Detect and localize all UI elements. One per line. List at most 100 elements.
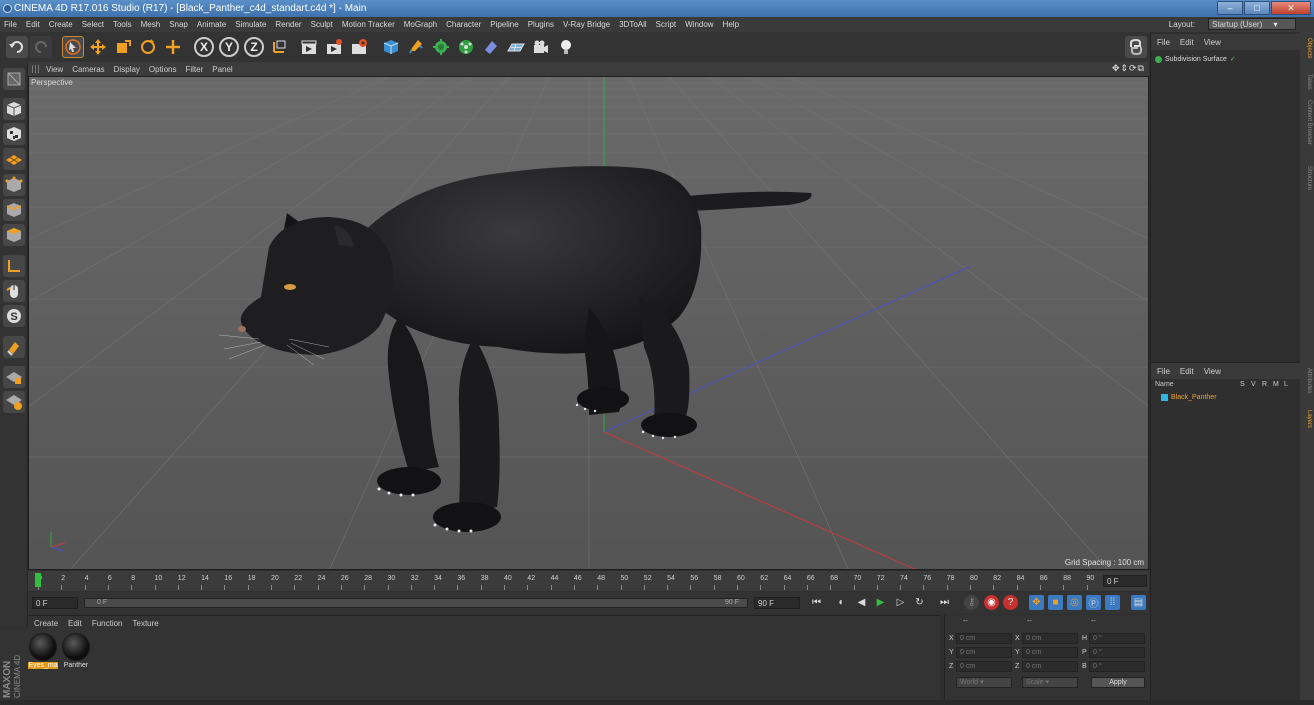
axis-mode-button[interactable] (3, 255, 25, 277)
workplane-lock-button[interactable] (3, 366, 25, 388)
menu-simulate[interactable]: Simulate (235, 20, 266, 29)
timeline-layout-button[interactable]: ▤ (1131, 595, 1146, 610)
object-row-subdivision[interactable]: Subdivision Surface ✓ (1155, 53, 1297, 65)
material-menu-texture[interactable]: Texture (133, 619, 159, 628)
key-rotation-button[interactable]: ◎ (1067, 595, 1082, 610)
undo-button[interactable] (6, 36, 28, 58)
live-select-button[interactable] (162, 36, 184, 58)
loop-button[interactable]: ↻ (912, 595, 927, 610)
locked-workplane-button[interactable] (3, 336, 25, 358)
y-axis-lock-button[interactable]: Y (219, 37, 239, 57)
material-menu-function[interactable]: Function (92, 619, 123, 628)
size-z-field[interactable]: 0 cm (1022, 661, 1078, 672)
size-y-field[interactable]: 0 cm (1022, 647, 1078, 658)
pen-spline-button[interactable] (405, 36, 427, 58)
object-enabled-check-icon[interactable]: ✓ (1230, 55, 1236, 63)
menu-script[interactable]: Script (656, 20, 676, 29)
scale-tool-button[interactable] (112, 36, 134, 58)
menu-render[interactable]: Render (275, 20, 301, 29)
menu-character[interactable]: Character (446, 20, 481, 29)
workplane-mode-button[interactable] (3, 148, 25, 170)
current-frame-field[interactable]: 0 F (1103, 575, 1147, 587)
menu-plugins[interactable]: Plugins (528, 20, 554, 29)
timeline-playhead[interactable] (35, 573, 41, 587)
select-tool-button[interactable] (62, 36, 84, 58)
z-axis-lock-button[interactable]: Z (244, 37, 264, 57)
previous-frame-button[interactable]: ◀ (854, 595, 869, 610)
position-y-field[interactable]: 0 cm (956, 647, 1012, 658)
layout-dropdown[interactable]: Startup (User) ▾ (1208, 18, 1296, 30)
deformer-button[interactable] (480, 36, 502, 58)
close-button[interactable]: ✕ (1271, 1, 1311, 15)
timeline-ruler[interactable]: 0246810121416182022242628303234363840424… (28, 571, 1149, 591)
perspective-viewport[interactable]: Perspective Grid Spacing : 100 cm (28, 76, 1149, 570)
menu-pipeline[interactable]: Pipeline (490, 20, 518, 29)
minimize-button[interactable]: – (1217, 1, 1243, 15)
make-editable-button[interactable] (3, 68, 25, 90)
tab-content-browser[interactable]: Content Browser (1302, 100, 1312, 145)
rotation-b-field[interactable]: 0 ° (1089, 661, 1145, 672)
tab-layers[interactable]: Layers (1302, 410, 1312, 428)
viewport-menu-panel[interactable]: Panel (212, 65, 232, 74)
material-menu-create[interactable]: Create (34, 619, 58, 628)
array-button[interactable] (455, 36, 477, 58)
key-pla-button[interactable]: ⁞⁞ (1105, 595, 1120, 610)
key-position-button[interactable]: ✥ (1029, 595, 1044, 610)
object-menu-file[interactable]: File (1157, 38, 1170, 47)
redo-button[interactable] (30, 36, 52, 58)
size-x-field[interactable]: 0 cm (1022, 633, 1078, 644)
render-picture-viewer-button[interactable] (323, 36, 345, 58)
go-to-start-button[interactable]: ⏮ (809, 595, 824, 610)
frame-range-slider[interactable]: 0 F 90 F (84, 598, 748, 608)
end-frame-field[interactable]: 90 F (754, 597, 800, 609)
position-z-field[interactable]: 0 cm (956, 661, 1012, 672)
tab-objects[interactable]: Objects (1302, 38, 1312, 58)
layer-color-swatch[interactable] (1161, 393, 1168, 401)
tab-takes[interactable]: Takes (1302, 74, 1312, 90)
coordinate-mode-dropdown[interactable]: World ▾ (956, 677, 1012, 688)
rotate-tool-button[interactable] (137, 36, 159, 58)
menu-vray-bridge[interactable]: V-Ray Bridge (563, 20, 610, 29)
render-settings-button[interactable] (348, 36, 370, 58)
layer-menu-edit[interactable]: Edit (1180, 367, 1194, 376)
apply-button[interactable]: Apply (1091, 677, 1145, 688)
snap-button[interactable]: S (3, 305, 25, 327)
points-mode-button[interactable] (3, 174, 25, 196)
start-frame-field[interactable]: 0 F (32, 597, 78, 609)
object-menu-edit[interactable]: Edit (1180, 38, 1194, 47)
key-scale-button[interactable]: ■ (1048, 595, 1063, 610)
material-swatch-panther[interactable]: Panther (61, 632, 91, 672)
key-parameter-button[interactable]: Ⓟ (1086, 595, 1101, 610)
go-to-end-button[interactable]: ⏭ (937, 595, 952, 610)
menu-mesh[interactable]: Mesh (141, 20, 161, 29)
menu-file[interactable]: File (4, 20, 17, 29)
edges-mode-button[interactable] (3, 199, 25, 221)
cube-button[interactable] (380, 36, 402, 58)
menu-sculpt[interactable]: Sculpt (311, 20, 333, 29)
play-button[interactable]: ▶ (873, 595, 888, 610)
menu-snap[interactable]: Snap (169, 20, 188, 29)
x-axis-lock-button[interactable]: X (194, 37, 214, 57)
menu-window[interactable]: Window (685, 20, 713, 29)
viewport-navigation-icons[interactable]: ✥⇕⟳⧉ (1112, 63, 1145, 74)
viewport-menu-view[interactable]: View (46, 65, 63, 74)
subdivision-button[interactable] (430, 36, 452, 58)
polygons-mode-button[interactable] (3, 224, 25, 246)
rotation-p-field[interactable]: 0 ° (1089, 647, 1145, 658)
layer-row-black-panther[interactable]: Black_Panther (1161, 392, 1297, 402)
grid-snap-button[interactable] (3, 391, 25, 413)
layer-menu-view[interactable]: View (1204, 367, 1221, 376)
menu-3dtoall[interactable]: 3DToAll (619, 20, 647, 29)
transform-mode-dropdown[interactable]: Scale ▾ (1022, 677, 1078, 688)
record-button[interactable]: ◉ (984, 595, 999, 610)
previous-key-button[interactable]: ◐ (834, 595, 849, 610)
texture-mode-button[interactable] (3, 123, 25, 145)
maximize-button[interactable]: □ (1244, 1, 1270, 15)
python-button[interactable] (1125, 36, 1147, 58)
move-tool-button[interactable] (87, 36, 109, 58)
viewport-menu-filter[interactable]: Filter (185, 65, 203, 74)
menu-select[interactable]: Select (82, 20, 104, 29)
tweak-mode-button[interactable] (3, 280, 25, 302)
render-view-button[interactable] (298, 36, 320, 58)
viewport-menu-options[interactable]: Options (149, 65, 177, 74)
